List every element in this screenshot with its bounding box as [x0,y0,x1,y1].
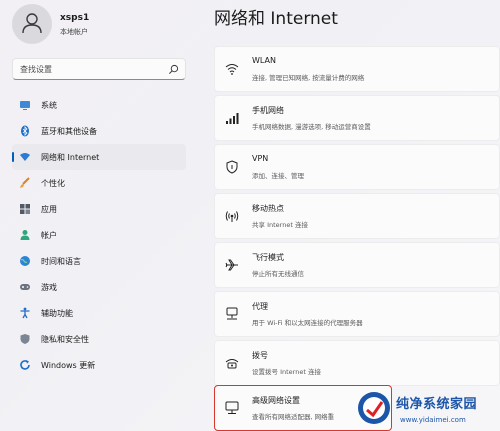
update-icon [20,360,30,370]
shield-icon [20,334,30,344]
wifi-diamond-icon [20,153,30,161]
sidebar-item-label: 应用 [41,205,57,214]
gamepad-icon [20,284,30,290]
watermark-url: www.yidaimei.com [400,416,466,424]
card-description: 停止所有无线通信 [252,270,304,278]
dialup-icon [225,359,239,369]
dialup-card[interactable]: 拨号 设置拨号 Internet 连接 [214,340,500,386]
cellular-icon [226,113,239,124]
sidebar-item-network[interactable]: 网络和 Internet [12,144,186,170]
bluetooth-icon [21,125,29,137]
card-title: 代理 [252,302,268,311]
proxy-card[interactable]: 代理 用于 Wi-Fi 和以太网连接的代理服务器 [214,291,500,337]
page-title: 网络和 Internet [214,9,338,29]
card-description: 共享 Internet 连接 [252,221,308,229]
proxy-icon [226,307,238,320]
user-name: xsps1 [60,13,90,23]
airplane-icon [225,259,238,271]
sidebar-item-label: 游戏 [41,283,57,292]
sidebar-item-label: 隐私和安全性 [41,335,89,344]
sidebar-item-accessibility[interactable]: 辅助功能 [12,300,186,326]
sidebar-nav: 系统 蓝牙和其他设备 网络和 Internet 个性化 应用 帐户 时间和语言 … [12,92,186,378]
search-icon [169,64,179,74]
sidebar-item-label: 辅助功能 [41,309,73,318]
sidebar-item-label: 个性化 [41,179,65,188]
card-title: 手机网络 [252,106,284,115]
sidebar-item-label: 网络和 Internet [41,153,100,162]
settings-window: xsps1 本地帐户 查找设置 系统 蓝牙和其他设备 网络和 Internet … [0,0,500,431]
mobile-hotspot-card[interactable]: 移动热点 共享 Internet 连接 [214,193,500,239]
user-profile[interactable]: xsps1 本地帐户 [12,4,202,44]
card-description: 添加、连接、管理 [252,172,304,180]
card-description: 连接, 管理已知网络, 按流量计费的网络 [252,74,365,82]
sidebar-item-gaming[interactable]: 游戏 [12,274,186,300]
vpn-card[interactable]: VPN 添加、连接、管理 [214,144,500,190]
card-title: 飞行模式 [252,253,284,262]
card-description: 查看所有网络适配器, 网络重 [252,413,335,421]
person-icon [20,230,30,240]
search-input[interactable]: 查找设置 [12,58,186,80]
watermark: 纯净系统家园 www.yidaimei.com [356,384,500,431]
person-icon [22,13,42,34]
search-placeholder: 查找设置 [20,65,52,74]
card-description: 用于 Wi-Fi 和以太网连接的代理服务器 [252,319,363,327]
card-title: 高级网络设置 [252,396,300,405]
monitor-icon [20,101,30,110]
watermark-title: 纯净系统家园 [396,397,478,412]
wifi-icon [225,64,239,75]
sidebar-item-privacy[interactable]: 隐私和安全性 [12,326,186,352]
cellular-card[interactable]: 手机网络 手机网络数据, 漫游选项, 移动运营商设置 [214,95,500,141]
hotspot-icon [225,211,239,222]
sidebar-item-windows-update[interactable]: Windows 更新 [12,352,186,378]
account-type: 本地帐户 [60,28,88,36]
card-title: WLAN [252,56,277,65]
sidebar-item-label: 蓝牙和其他设备 [41,127,97,136]
sidebar-item-bluetooth[interactable]: 蓝牙和其他设备 [12,118,186,144]
sidebar-item-personalization[interactable]: 个性化 [12,170,186,196]
card-title: VPN [252,154,269,163]
brush-icon [20,177,30,188]
watermark-logo-icon [358,392,390,424]
sidebar-item-apps[interactable]: 应用 [12,196,186,222]
sidebar-item-label: 系统 [41,101,57,110]
sidebar-item-time-language[interactable]: 时间和语言 [12,248,186,274]
selection-indicator [12,152,14,162]
sidebar-item-label: Windows 更新 [41,361,96,370]
airplane-mode-card[interactable]: 飞行模式 停止所有无线通信 [214,242,500,288]
apps-icon [20,204,30,214]
card-title: 移动热点 [252,204,284,213]
vpn-shield-icon [226,160,238,174]
sidebar-item-accounts[interactable]: 帐户 [12,222,186,248]
globe-clock-icon [20,256,30,266]
wlan-card[interactable]: WLAN 连接, 管理已知网络, 按流量计费的网络 [214,46,500,92]
advanced-network-icon [225,401,239,414]
sidebar-item-system[interactable]: 系统 [12,92,186,118]
accessibility-icon [20,307,30,319]
avatar [12,4,52,44]
sidebar-item-label: 帐户 [41,231,57,240]
sidebar-item-label: 时间和语言 [41,257,81,266]
card-description: 手机网络数据, 漫游选项, 移动运营商设置 [252,123,371,131]
card-description: 设置拨号 Internet 连接 [252,368,321,376]
card-title: 拨号 [252,351,268,360]
